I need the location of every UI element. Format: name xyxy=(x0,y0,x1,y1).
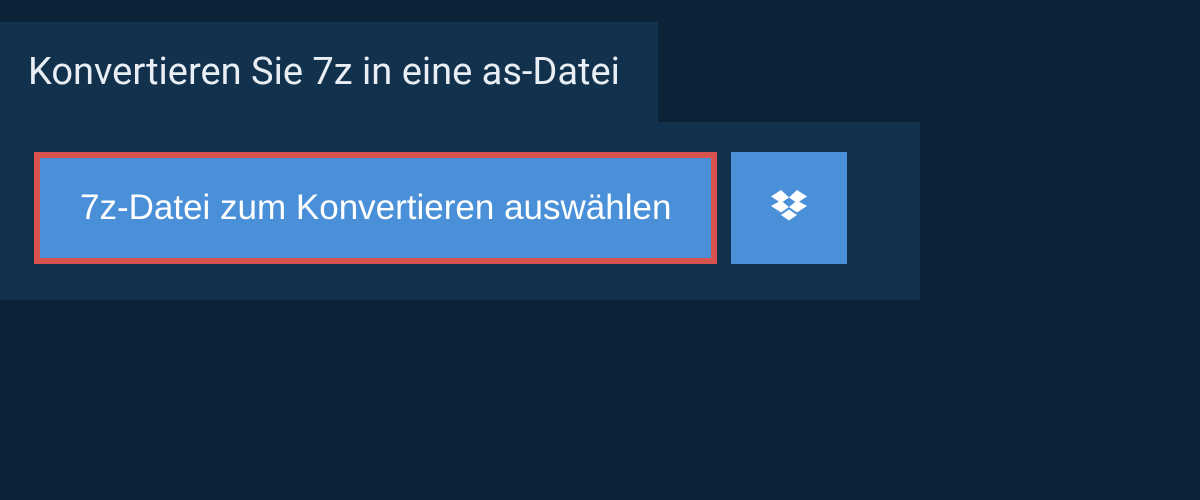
page-title: Konvertieren Sie 7z in eine as-Datei xyxy=(28,50,620,94)
page-header-tab: Konvertieren Sie 7z in eine as-Datei xyxy=(0,22,658,122)
dropbox-button[interactable] xyxy=(731,152,847,264)
upload-panel: 7z-Datei zum Konvertieren auswählen xyxy=(0,122,920,300)
select-file-button[interactable]: 7z-Datei zum Konvertieren auswählen xyxy=(40,158,711,258)
upload-button-row: 7z-Datei zum Konvertieren auswählen xyxy=(34,152,880,264)
select-file-highlight: 7z-Datei zum Konvertieren auswählen xyxy=(34,152,717,264)
dropbox-icon xyxy=(769,188,809,228)
